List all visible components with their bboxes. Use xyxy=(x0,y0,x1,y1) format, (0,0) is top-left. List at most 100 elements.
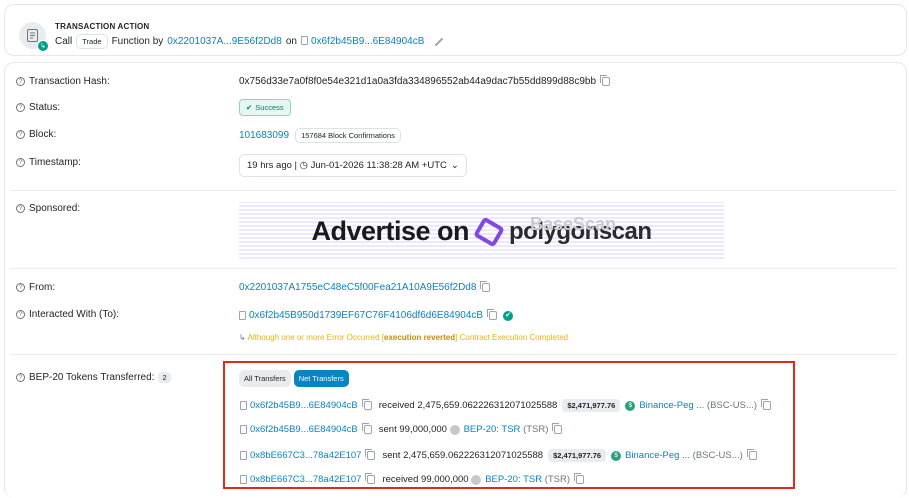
interacted-label: Interacted With (To): xyxy=(29,309,120,320)
function-by-text: Function by xyxy=(111,36,164,47)
block-number-link[interactable]: 101683099 xyxy=(239,130,289,141)
polygon-logo-icon xyxy=(473,215,505,248)
contract-file-icon xyxy=(240,451,247,460)
usd-value-badge: $2,471,977.76 xyxy=(562,399,621,412)
contract-file-icon xyxy=(239,311,246,320)
token-link[interactable]: BEP-20: TSR xyxy=(464,424,521,435)
token-symbol: (TSR) xyxy=(544,474,571,485)
copy-icon[interactable] xyxy=(746,449,757,460)
hash-value-row: 0x756d33e7a0f8f0e54e321d1a0a3fda33489655… xyxy=(239,75,611,87)
tsr-token-icon xyxy=(471,474,482,485)
from-label: From: xyxy=(29,282,56,293)
status-badge: ✔ Success xyxy=(239,99,291,116)
copy-icon[interactable] xyxy=(487,309,498,320)
transfer-verb: received xyxy=(382,474,419,485)
method-badge: Trade xyxy=(76,34,108,49)
usd-value-badge: $2,471,977.76 xyxy=(548,449,607,462)
contract-file-icon xyxy=(300,36,308,45)
copy-icon[interactable] xyxy=(361,423,372,434)
transfer-amount: 99,000,000 xyxy=(399,424,447,435)
copy-icon[interactable] xyxy=(365,449,376,460)
ad-ghost-text: BaseScan xyxy=(530,214,617,234)
transfer-tabs: All Transfers Net Transfers xyxy=(239,370,352,387)
transfer-address-link[interactable]: 0x8bE667C3...78a42E107 xyxy=(250,450,361,461)
contract-file-icon xyxy=(240,425,247,434)
arrow-return-icon: ↳ xyxy=(239,333,246,342)
help-icon: ? xyxy=(16,283,25,292)
to-value-row: 0x6f2b45B950d1739EF67C76F4106df6d6E84904… xyxy=(239,309,514,321)
copy-icon[interactable] xyxy=(600,75,611,86)
token-link[interactable]: Binance-Peg ... xyxy=(639,400,704,411)
transfer-row: 0x8bE667C3...78a42E107 received 99,000,0… xyxy=(240,473,585,485)
token-symbol: (BSC-US...) xyxy=(692,450,743,461)
ad-text: Advertise on xyxy=(311,216,469,246)
help-icon: ? xyxy=(16,77,25,86)
transfer-row: 0x8bE667C3...78a42E107 sent 2,475,659.06… xyxy=(240,449,757,462)
timestamp-label: Timestamp: xyxy=(29,157,81,168)
help-icon: ? xyxy=(16,204,25,213)
status-text: Success xyxy=(255,103,284,112)
copy-icon[interactable] xyxy=(365,473,376,484)
caller-address-link[interactable]: 0x2201037A...9E56f2Dd8 xyxy=(167,36,282,47)
status-value-row: ✔ Success xyxy=(239,99,291,116)
transfer-row: 0x6f2b45B9...6E84904cB received 2,475,65… xyxy=(240,399,772,412)
contract-file-icon xyxy=(240,401,247,410)
timestamp-label-row: ? Timestamp: xyxy=(16,157,81,168)
tab-net-transfers[interactable]: Net Transfers xyxy=(293,370,349,387)
help-icon: ? xyxy=(16,158,25,167)
edit-pencil-icon[interactable] xyxy=(435,37,444,46)
transfer-address-link[interactable]: 0x8bE667C3...78a42E107 xyxy=(250,474,361,485)
copy-icon[interactable] xyxy=(574,473,585,484)
transfer-verb: sent xyxy=(378,424,397,435)
action-heading: TRANSACTION ACTION xyxy=(55,22,150,31)
chevron-down-icon: ⌄ xyxy=(450,160,459,171)
transaction-action-card: ↳ TRANSACTION ACTION Call Trade Function… xyxy=(4,4,907,56)
from-label-row: ? From: xyxy=(16,282,55,293)
warning-pre: Although one or more Error Occurred [ xyxy=(247,333,384,342)
transfer-address-link[interactable]: 0x6f2b45B9...6E84904cB xyxy=(250,424,358,435)
confirmations-badge: 157684 Block Confirmations xyxy=(295,128,401,143)
transaction-icon: ↳ xyxy=(19,22,49,52)
warning-bold: execution reverted xyxy=(384,333,456,342)
timestamp-dropdown[interactable]: 19 hrs ago | ◷ Jun-01-2026 11:38:28 AM +… xyxy=(239,154,467,177)
transfer-amount: 2,475,659.062226312071025588 xyxy=(403,450,544,461)
token-link[interactable]: BEP-20: TSR xyxy=(485,474,542,485)
tsr-token-icon xyxy=(449,424,460,435)
transfer-amount: 99,000,000 xyxy=(421,474,469,485)
on-word: on xyxy=(285,36,297,47)
tokens-label-row: ? BEP-20 Tokens Transferred: 2 xyxy=(16,372,171,383)
divider xyxy=(10,268,897,269)
from-address-link[interactable]: 0x2201037A1755eC48eC5f00Fea21A10A9E56f2D… xyxy=(239,282,476,293)
tab-all-transfers[interactable]: All Transfers xyxy=(239,370,291,387)
sponsored-banner[interactable]: BaseScan Advertise on polygonscan xyxy=(239,202,724,261)
timestamp-value-row: 19 hrs ago | ◷ Jun-01-2026 11:38:28 AM +… xyxy=(239,154,467,177)
to-address-link[interactable]: 0x6f2b45B950d1739EF67C76F4106df6d6E84904… xyxy=(249,310,483,321)
help-icon: ? xyxy=(16,310,25,319)
copy-icon[interactable] xyxy=(761,399,772,410)
transaction-hash: 0x756d33e7a0f8f0e54e321d1a0a3fda33489655… xyxy=(239,76,597,87)
copy-icon[interactable] xyxy=(480,281,491,292)
transfer-address-link[interactable]: 0x6f2b45B9...6E84904cB xyxy=(250,400,358,411)
copy-icon[interactable] xyxy=(361,399,372,410)
divider xyxy=(10,354,897,355)
copy-icon[interactable] xyxy=(552,423,563,434)
interacted-label-row: ? Interacted With (To): xyxy=(16,309,119,320)
execution-warning: ↳ Although one or more Error Occurred [e… xyxy=(239,333,568,342)
divider xyxy=(10,190,897,191)
call-word: Call xyxy=(55,36,73,47)
help-icon: ? xyxy=(16,130,25,139)
transfer-amount: 2,475,659.062226312071025588 xyxy=(417,400,558,411)
token-link[interactable]: Binance-Peg ... xyxy=(625,450,690,461)
contract-badge-icon: ↳ xyxy=(37,40,49,52)
tokens-count-badge: 2 xyxy=(158,372,171,383)
token-symbol: (BSC-US...) xyxy=(706,400,758,411)
block-label: Block: xyxy=(29,129,57,140)
usdt-token-icon: $ xyxy=(625,400,636,411)
hash-label: Transaction Hash: xyxy=(29,76,110,87)
transfer-row: 0x6f2b45B9...6E84904cB sent 99,000,000 B… xyxy=(240,423,563,435)
status-label-row: ? Status: xyxy=(16,102,60,113)
verified-check-icon: ✔ xyxy=(503,310,514,321)
help-icon: ? xyxy=(16,103,25,112)
hash-label-row: ? Transaction Hash: xyxy=(16,76,110,87)
contract-address-link[interactable]: 0x6f2b45B9...6E84904cB xyxy=(311,36,424,47)
